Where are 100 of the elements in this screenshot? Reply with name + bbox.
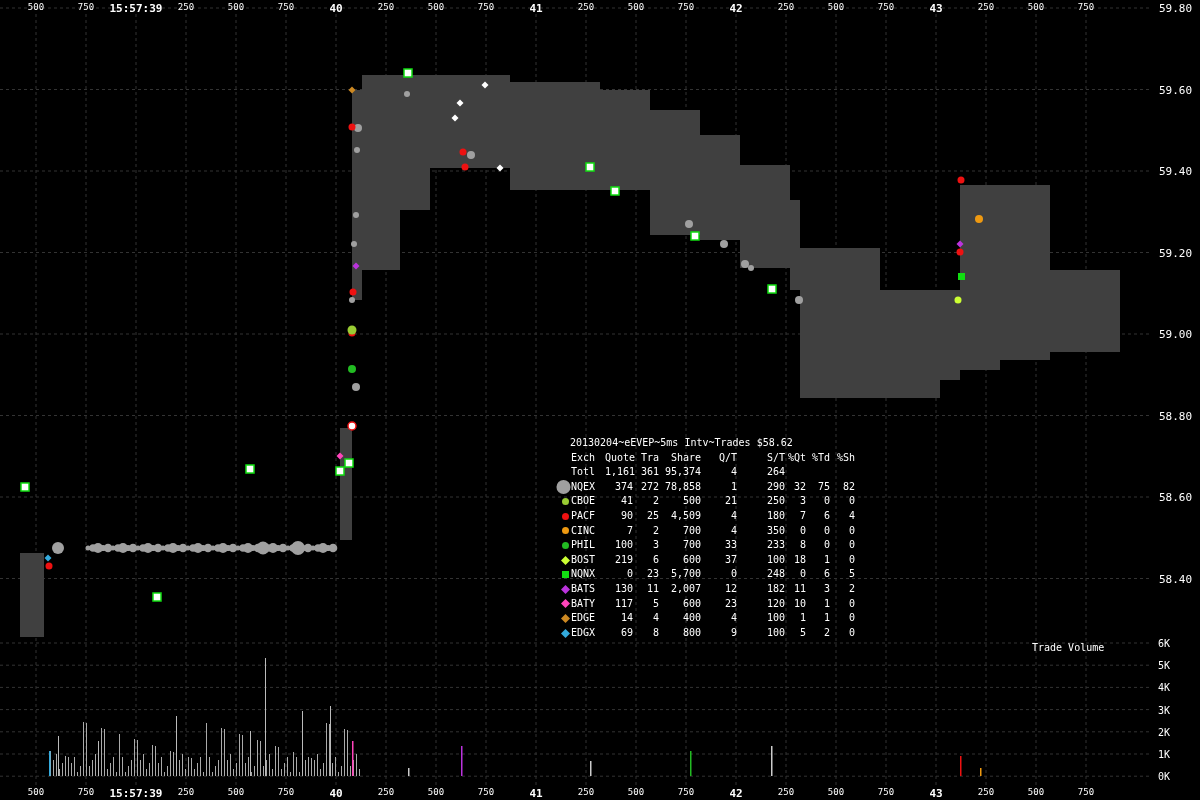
time-axis-label: 500 — [627, 2, 645, 12]
time-axis-label: 250 — [777, 2, 795, 12]
table-cell-text: 1 — [729, 479, 737, 494]
price-axis-label: 59.20 — [1159, 246, 1193, 260]
table-cell-text: 0 — [822, 523, 830, 538]
table-cell-text: 120 — [765, 596, 785, 611]
trade-marker — [954, 296, 962, 304]
table-cell-text: 11 — [645, 581, 659, 596]
table-cell-text: 0 — [729, 567, 737, 582]
trade-marker — [403, 68, 413, 78]
table-cell-text: 95,374 — [663, 465, 701, 480]
time-axis-label: 250 — [177, 2, 195, 12]
trade-marker — [957, 176, 965, 184]
table-cell-text: NQEX — [571, 479, 597, 494]
table-cell-text: 0 — [625, 567, 633, 582]
time-axis-label: 250 — [577, 787, 595, 797]
time-axis-label: 41 — [529, 2, 543, 15]
trade-marker — [685, 220, 693, 228]
table-cell-text: 0 — [847, 494, 855, 509]
trade-marker — [347, 325, 357, 335]
trade-marker — [690, 231, 700, 241]
price-axis-label: 59.40 — [1159, 165, 1193, 178]
time-axis-label: 250 — [377, 2, 395, 12]
table-cell-text: 6 — [822, 508, 830, 523]
volume-axis-label: 5K — [1158, 660, 1171, 672]
time-axis-label: 42 — [729, 787, 743, 800]
time-axis-label: 250 — [777, 787, 795, 797]
table-cell-text: 0 — [847, 611, 855, 626]
volume-axis-label: 4K — [1158, 682, 1171, 694]
table-cell-text: 600 — [681, 552, 701, 567]
table-cell-text: 12 — [723, 581, 737, 596]
time-axis-label: 750 — [277, 787, 295, 797]
column-header: Q/T — [717, 450, 737, 465]
table-cell-text: 700 — [681, 538, 701, 553]
time-axis-label: 500 — [227, 2, 245, 12]
column-header: %Qt — [786, 450, 806, 465]
table-cell: 1,161 — [605, 465, 633, 480]
table-cell-text: 18 — [792, 552, 806, 567]
table-cell-text: 14 — [619, 611, 633, 626]
trade-marker — [347, 421, 357, 431]
table-cell-text: 600 — [681, 596, 701, 611]
table-cell-text: 3 — [798, 494, 806, 509]
table-cell-text: 4,509 — [669, 508, 701, 523]
trade-marker — [335, 466, 345, 476]
trade-marker — [461, 163, 469, 171]
time-axis-label: 500 — [627, 787, 645, 797]
column-header: S/T — [765, 450, 785, 465]
trade-marker — [351, 241, 357, 247]
column-header: Tra — [639, 450, 659, 465]
trade-marker — [344, 458, 354, 468]
trade-marker — [328, 543, 338, 553]
volume-axis-label: 1K — [1158, 749, 1171, 760]
table-cell-text: 8 — [651, 625, 659, 640]
time-axis-label: 250 — [377, 787, 395, 797]
trade-marker — [354, 147, 360, 153]
time-axis-label: 43 — [929, 787, 943, 800]
table-cell-text: 5,700 — [669, 567, 701, 582]
table-cell-text: 182 — [765, 581, 785, 596]
time-axis-label: 750 — [1077, 2, 1095, 12]
table-cell-text: 1 — [822, 611, 830, 626]
time-axis-label: 750 — [877, 787, 895, 797]
time-axis-label: 750 — [77, 787, 95, 797]
table-cell-text: 69 — [619, 625, 633, 640]
table-cell-text: 1 — [822, 552, 830, 567]
time-axis-label: 750 — [1077, 787, 1095, 797]
table-cell-text: 2,007 — [669, 581, 701, 596]
time-axis-label: 750 — [677, 787, 695, 797]
table-cell-text: BATS — [571, 581, 597, 596]
table-cell-text: 290 — [765, 479, 785, 494]
table-cell-text: PHIL — [571, 538, 597, 553]
table-cell-text: 78,858 — [663, 479, 701, 494]
time-axis-label: 500 — [1027, 787, 1045, 797]
time-axis-label: 500 — [227, 787, 245, 797]
table-cell-text: 4 — [729, 508, 737, 523]
table-cell-text: 117 — [613, 596, 633, 611]
time-axis-label: 500 — [27, 787, 45, 797]
table-cell-text: 700 — [681, 523, 701, 538]
trade-marker — [456, 99, 464, 107]
trade-marker — [451, 114, 459, 122]
table-cell-text: 248 — [765, 567, 785, 582]
volume-axis-label: 0K — [1158, 771, 1171, 783]
price-axis-label: 58.60 — [1159, 491, 1193, 504]
table-cell-text: 5 — [847, 567, 855, 582]
table-cell-text: 4 — [729, 465, 737, 480]
trade-marker — [481, 81, 489, 89]
trade-marker — [496, 164, 504, 172]
price-axis-label: 59.80 — [1159, 2, 1193, 15]
table-cell-text: 219 — [613, 552, 633, 567]
table-cell-text: 0 — [847, 552, 855, 567]
table-cell-text: 7 — [798, 508, 806, 523]
table-cell-text: 250 — [765, 494, 785, 509]
table-cell-text: 233 — [765, 538, 785, 553]
trade-marker — [348, 365, 356, 373]
time-axis-label: 750 — [477, 787, 495, 797]
table-cell-text: 100 — [765, 552, 785, 567]
table-cell-text: EDGE — [571, 611, 597, 626]
time-axis-label: 250 — [177, 787, 195, 797]
price-axis-label: 59.00 — [1159, 328, 1193, 341]
table-cell-text: 100 — [613, 538, 633, 553]
time-axis-label: 15:57:39 — [109, 787, 163, 800]
